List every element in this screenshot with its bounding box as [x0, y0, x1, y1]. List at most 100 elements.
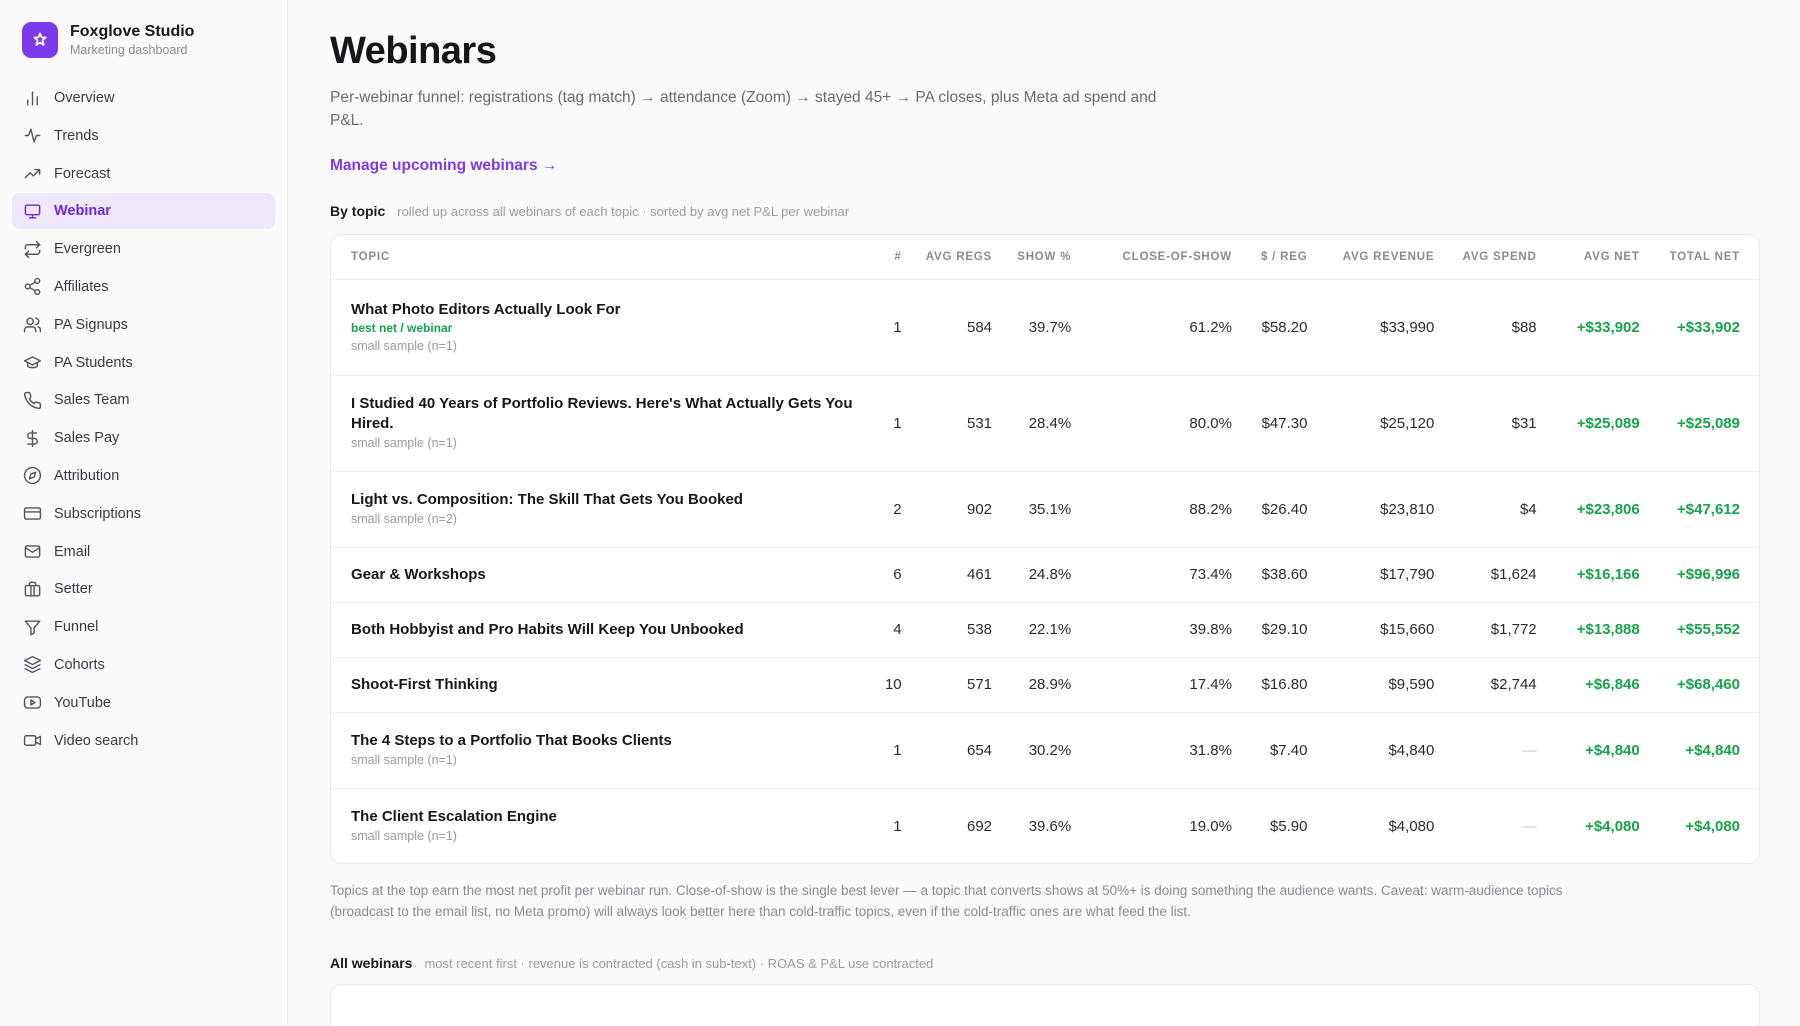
column-header[interactable]: Avg Regs: [911, 235, 1003, 280]
avg-net-cell: +$4,840: [1546, 712, 1650, 789]
topic-title: The 4 Steps to a Portfolio That Books Cl…: [351, 732, 672, 749]
table-row[interactable]: Light vs. Composition: The Skill That Ge…: [331, 471, 1759, 548]
sidebar-item-label: Sales Team: [54, 392, 130, 409]
sidebar-item-label: Funnel: [54, 619, 99, 636]
show-pct-cell: 22.1%: [1002, 602, 1082, 658]
column-header[interactable]: #: [871, 235, 912, 280]
sidebar-item-label: Webinar: [54, 203, 111, 220]
sidebar-item-label: Trends: [54, 127, 99, 144]
show-pct-cell: 35.1%: [1002, 471, 1082, 548]
sidebar-item-label: YouTube: [54, 694, 111, 711]
close-of-show-cell: 73.4%: [1081, 547, 1242, 603]
sidebar-item-email[interactable]: Email: [12, 534, 275, 570]
sidebar-item-cohorts[interactable]: Cohorts: [12, 647, 275, 683]
topic-title: The Client Escalation Engine: [351, 808, 557, 826]
brand-logo-icon: [22, 22, 58, 58]
sidebar-item-label: Cohorts: [54, 656, 105, 673]
table-row[interactable]: The 4 Steps to a Portfolio That Books Cl…: [331, 712, 1759, 789]
avg-revenue-cell: $15,660: [1317, 602, 1445, 658]
table-row[interactable]: I Studied 40 Years of Portfolio Reviews.…: [331, 375, 1759, 472]
avg-net-cell: +$23,806: [1546, 471, 1650, 548]
graduation-cap-icon: [23, 356, 42, 369]
count-cell: 6: [871, 547, 912, 603]
column-header[interactable]: Total Net: [1649, 235, 1759, 280]
avg-net-cell: +$33,902: [1546, 279, 1650, 376]
monitor-icon: [24, 204, 41, 219]
avg-regs-cell: 461: [911, 547, 1003, 603]
topic-cell: Both Hobbyist and Pro Habits Will Keep Y…: [331, 602, 872, 658]
best-net-badge: best net / webinar: [351, 320, 453, 335]
table-row[interactable]: The Client Escalation Engine small sampl…: [331, 788, 1759, 864]
sidebar-item-webinar[interactable]: Webinar: [12, 193, 275, 230]
column-header[interactable]: $ / Reg: [1241, 235, 1318, 280]
avg-net-cell: +$4,080: [1585, 817, 1640, 835]
sidebar-item-attribution[interactable]: Attribution: [12, 458, 275, 494]
column-header[interactable]: Avg Revenue: [1317, 235, 1445, 280]
avg-regs-cell: 692: [966, 817, 993, 835]
sidebar-item-pa-signups[interactable]: PA Signups: [12, 307, 275, 343]
column-header[interactable]: Avg Spend: [1444, 235, 1547, 280]
show-pct-cell: 39.7%: [1002, 279, 1082, 376]
sidebar-item-trends[interactable]: Trends: [12, 118, 275, 154]
by-topic-footnote: Topics at the top earn the most net prof…: [330, 883, 1563, 919]
per-reg-cell: $58.20: [1241, 279, 1318, 376]
column-header[interactable]: Topic: [331, 235, 872, 280]
close-of-show-cell: 80.0%: [1081, 375, 1242, 472]
sidebar-item-label: Setter: [54, 581, 93, 598]
sidebar-item-affiliates[interactable]: Affiliates: [12, 269, 275, 305]
avg-revenue-cell: $4,080: [1388, 817, 1435, 835]
avg-spend-cell: $1,624: [1444, 547, 1547, 603]
per-reg-cell: $7.40: [1241, 712, 1318, 789]
count-cell: 1: [871, 375, 912, 472]
sidebar-item-pa-students[interactable]: PA Students: [12, 345, 275, 381]
avg-spend-cell: $1,772: [1444, 602, 1547, 658]
avg-regs-cell: 538: [911, 602, 1003, 658]
sidebar-item-sales-team[interactable]: Sales Team: [12, 382, 275, 418]
sidebar-item-evergreen[interactable]: Evergreen: [12, 231, 275, 267]
per-reg-cell: $16.80: [1241, 657, 1318, 713]
table-row[interactable]: Both Hobbyist and Pro Habits Will Keep Y…: [331, 602, 1759, 658]
column-header[interactable]: Close-of-show: [1081, 235, 1242, 280]
sidebar-item-subscriptions[interactable]: Subscriptions: [12, 496, 275, 532]
table-row[interactable]: Shoot-First Thinking 10 571 28.9% 17.4% …: [331, 657, 1759, 713]
column-header[interactable]: Avg Net: [1546, 235, 1650, 280]
sidebar-item-setter[interactable]: Setter: [12, 571, 275, 607]
topic-cell: What Photo Editors Actually Look For bes…: [331, 279, 872, 376]
close-of-show-cell: 39.8%: [1081, 602, 1242, 658]
table-row[interactable]: What Photo Editors Actually Look For bes…: [331, 279, 1759, 376]
topic-title: Both Hobbyist and Pro Habits Will Keep Y…: [351, 620, 744, 638]
sidebar-item-overview[interactable]: Overview: [12, 80, 275, 116]
topic-cell: The Client Escalation Engine small sampl…: [331, 788, 872, 864]
sidebar-item-sales-pay[interactable]: Sales Pay: [12, 420, 275, 456]
by-topic-header: By topic rolled up across all webinars o…: [330, 203, 849, 219]
compass-icon: [23, 467, 42, 485]
sidebar-item-label: Email: [54, 543, 91, 560]
avg-regs-cell: 902: [911, 471, 1003, 548]
sidebar-item-forecast[interactable]: Forecast: [12, 156, 275, 192]
sidebar-item-label: Overview: [54, 90, 115, 106]
manage-upcoming-webinars-link[interactable]: Manage upcoming webinars →: [330, 157, 557, 175]
table-row[interactable]: Gear & Workshops 6 461 24.8% 73.4% $38.6…: [331, 547, 1759, 603]
users-icon: [23, 317, 42, 333]
trending-up-icon: [24, 168, 41, 179]
total-net-cell: +$47,612: [1649, 471, 1759, 548]
mail-icon: [24, 545, 41, 558]
brand[interactable]: Foxglove Studio Marketing dashboard: [22, 22, 194, 58]
page-description: Per-webinar funnel: registrations (tag m…: [330, 89, 1157, 129]
avg-revenue-cell: $25,120: [1317, 375, 1445, 472]
sidebar-item-label: Subscriptions: [54, 505, 142, 522]
count-cell: 2: [871, 471, 912, 548]
avg-revenue-cell: $4,840: [1317, 712, 1445, 789]
sidebar-item-video-search[interactable]: Video search: [12, 723, 275, 759]
youtube-icon: [23, 696, 42, 710]
repeat-icon: [24, 240, 41, 258]
close-of-show-cell: 17.4%: [1081, 657, 1242, 713]
avg-revenue-cell: $9,590: [1317, 657, 1445, 713]
topic-title: I Studied 40 Years of Portfolio Reviews.…: [351, 395, 853, 432]
sample-note: small sample (n=1): [351, 338, 457, 353]
sidebar-item-funnel[interactable]: Funnel: [12, 609, 275, 645]
sidebar-item-youtube[interactable]: YouTube: [12, 685, 275, 721]
column-header[interactable]: Show %: [1002, 235, 1082, 280]
count-cell: 4: [871, 602, 912, 658]
topic-title: What Photo Editors Actually Look For: [351, 300, 621, 318]
